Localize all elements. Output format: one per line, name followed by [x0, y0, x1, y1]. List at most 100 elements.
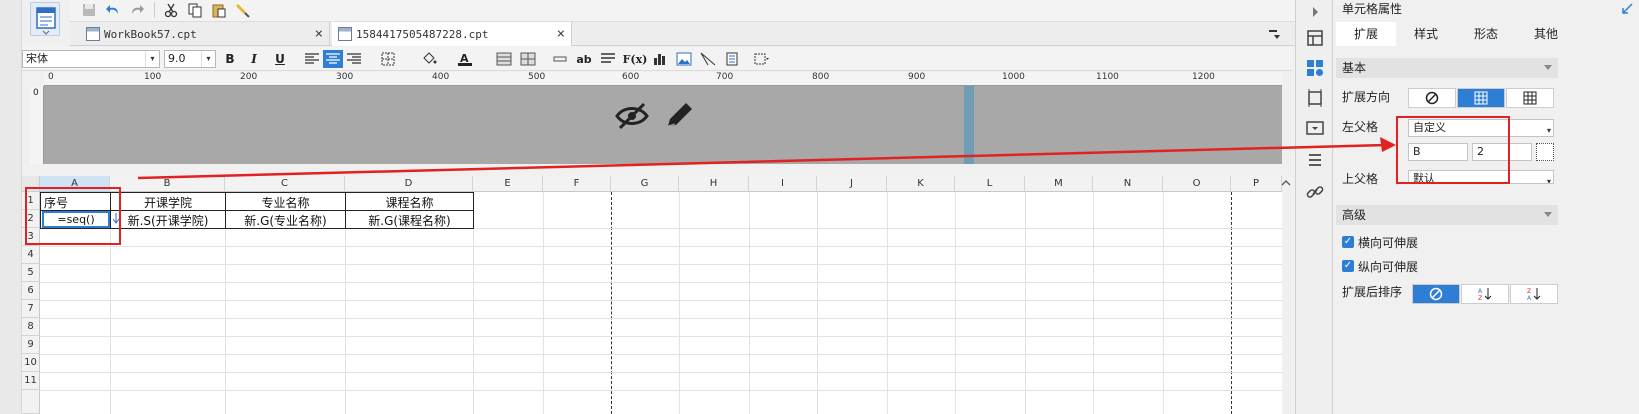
section-advanced[interactable]: 高级 — [1336, 205, 1558, 225]
undo-icon[interactable] — [102, 0, 124, 20]
tab-workbook57[interactable]: WorkBook57.cpt × — [80, 22, 330, 46]
border-button[interactable] — [374, 50, 404, 68]
underline-button[interactable]: U — [270, 50, 290, 68]
row-header-8[interactable]: 8 — [22, 318, 40, 336]
column-header-k[interactable]: K — [887, 176, 955, 192]
column-header-h[interactable]: H — [679, 176, 749, 192]
sort-ascending-icon[interactable]: AZ — [1461, 284, 1509, 304]
column-header-g[interactable]: G — [611, 176, 679, 192]
tab-cpt-file[interactable]: 1584417505487228.cpt × — [332, 22, 572, 46]
redo-icon[interactable] — [126, 0, 148, 20]
font-family-select[interactable]: 宋体 ▾ — [22, 50, 160, 68]
template-logo-icon[interactable] — [30, 2, 60, 36]
row-header-6[interactable]: 6 — [22, 282, 40, 300]
column-header-j[interactable]: J — [817, 176, 887, 192]
column-header-f[interactable]: F — [543, 176, 611, 192]
collapse-arrow-icon[interactable] — [1305, 2, 1325, 22]
dock-arrow-icon[interactable] — [1620, 2, 1634, 16]
vertical-expand-checkbox[interactable]: ✓ — [1342, 260, 1354, 272]
cell-d2[interactable]: 新.G(课程名称) — [346, 212, 473, 229]
link-icon[interactable] — [1305, 182, 1325, 202]
tab-close-icon[interactable]: × — [557, 26, 565, 42]
bold-button[interactable]: B — [220, 50, 240, 68]
column-header-e[interactable]: E — [473, 176, 543, 192]
data-list-icon[interactable] — [1305, 150, 1325, 170]
formula-button[interactable]: F(x) — [622, 50, 648, 68]
cell-d1[interactable]: 课程名称 — [346, 194, 473, 211]
row-header-7[interactable]: 7 — [22, 300, 40, 318]
left-parent-label: 左父格 — [1342, 120, 1379, 134]
row-header-11[interactable]: 11 — [22, 372, 40, 390]
row-header-10[interactable]: 10 — [22, 354, 40, 372]
widget-settings-icon[interactable] — [1305, 28, 1325, 48]
cell-c1[interactable]: 专业名称 — [226, 194, 345, 211]
paste-icon[interactable] — [208, 0, 230, 20]
font-color-button[interactable]: A — [450, 50, 480, 68]
tab-other[interactable]: 其他 — [1516, 22, 1576, 46]
expand-horizontal-button[interactable] — [1506, 88, 1554, 108]
column-boundary-marker[interactable] — [964, 86, 974, 164]
italic-button[interactable]: I — [244, 50, 264, 68]
column-header-l[interactable]: L — [955, 176, 1025, 192]
grid-line — [887, 192, 888, 414]
horizontal-expand-checkbox[interactable]: ✓ — [1342, 236, 1354, 248]
grid-line — [40, 318, 1282, 319]
text-tool-button[interactable]: ab — [574, 50, 594, 68]
cell-picker-icon[interactable] — [1536, 143, 1554, 161]
cell-element-button[interactable] — [748, 50, 774, 68]
align-right-button[interactable] — [344, 50, 364, 68]
dropdown-widget-icon[interactable] — [1305, 118, 1325, 138]
chart-icon[interactable] — [650, 50, 670, 68]
row-header-4[interactable]: 4 — [22, 246, 40, 264]
unmerge-cells-icon[interactable] — [518, 50, 538, 68]
slash-line-icon[interactable] — [698, 50, 718, 68]
sub-report-icon[interactable] — [722, 50, 742, 68]
cell-b2[interactable]: 新.S(开课学院) — [111, 212, 225, 229]
crop-frame-icon[interactable] — [1305, 88, 1325, 108]
align-center-button[interactable] — [323, 50, 343, 68]
format-painter-icon[interactable] — [232, 0, 254, 20]
expand-none-button[interactable] — [1408, 88, 1456, 108]
column-header-p[interactable]: P — [1231, 176, 1282, 192]
chevron-down-icon — [1544, 65, 1552, 70]
fill-color-button[interactable] — [414, 50, 444, 68]
cut-icon[interactable] — [160, 0, 182, 20]
cell-c2[interactable]: 新.G(专业名称) — [226, 212, 345, 229]
grid-line — [40, 336, 1282, 337]
column-header-o[interactable]: O — [1163, 176, 1231, 192]
expand-vertical-button[interactable] — [1457, 88, 1505, 108]
cell-b1[interactable]: 开课学院 — [111, 194, 225, 211]
tab-list-dropdown-icon[interactable] — [1268, 27, 1282, 41]
tab-style[interactable]: 样式 — [1396, 22, 1456, 46]
section-basic[interactable]: 基本 — [1336, 58, 1558, 78]
tab-shape[interactable]: 形态 — [1456, 22, 1516, 46]
font-size-select[interactable]: 9.0 ▾ — [164, 50, 216, 68]
row-header-5[interactable]: 5 — [22, 264, 40, 282]
row-header-9[interactable]: 9 — [22, 336, 40, 354]
toolbar-divider — [154, 2, 155, 18]
pencil-icon[interactable] — [662, 100, 696, 132]
annotation-highlight-box — [1396, 116, 1510, 184]
image-icon[interactable] — [674, 50, 694, 68]
sort-descending-icon[interactable]: ZA — [1510, 284, 1558, 304]
row-header-12[interactable] — [22, 390, 40, 414]
column-header-d[interactable]: D — [345, 176, 473, 192]
column-header-m[interactable]: M — [1025, 176, 1093, 192]
column-header-n[interactable]: N — [1093, 176, 1163, 192]
tab-expand[interactable]: 扩展 — [1336, 22, 1396, 46]
sort-none-button[interactable] — [1412, 284, 1460, 304]
eye-hidden-icon[interactable] — [614, 100, 650, 132]
copy-icon[interactable] — [184, 0, 206, 20]
column-header-b[interactable]: B — [110, 176, 225, 192]
vertical-expand-label: 纵向可伸展 — [1358, 260, 1419, 274]
tab-close-icon[interactable]: × — [315, 26, 323, 42]
cell-properties-icon[interactable] — [1305, 58, 1325, 78]
save-icon[interactable] — [78, 0, 100, 20]
paragraph-icon[interactable] — [598, 50, 618, 68]
merge-cells-icon[interactable] — [494, 50, 514, 68]
text-cell-icon[interactable] — [550, 50, 570, 68]
column-header-i[interactable]: I — [749, 176, 817, 192]
scroll-up-icon[interactable] — [1280, 176, 1292, 190]
align-left-button[interactable] — [302, 50, 322, 68]
column-header-c[interactable]: C — [225, 176, 345, 192]
